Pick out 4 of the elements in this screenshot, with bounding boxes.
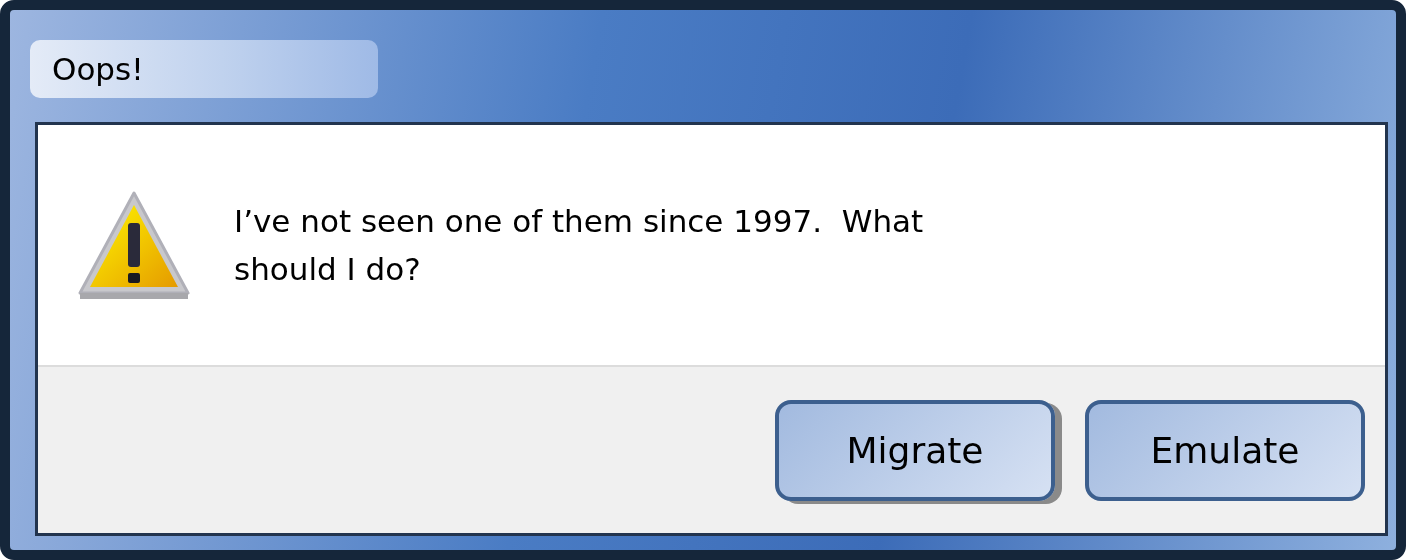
window-title: Oops!: [30, 40, 378, 98]
warning-icon: [76, 189, 192, 301]
message-text: I’ve not seen one of them since 1997. What should I do?: [234, 202, 925, 289]
dialog-button[interactable]: Emulate: [1085, 399, 1365, 501]
